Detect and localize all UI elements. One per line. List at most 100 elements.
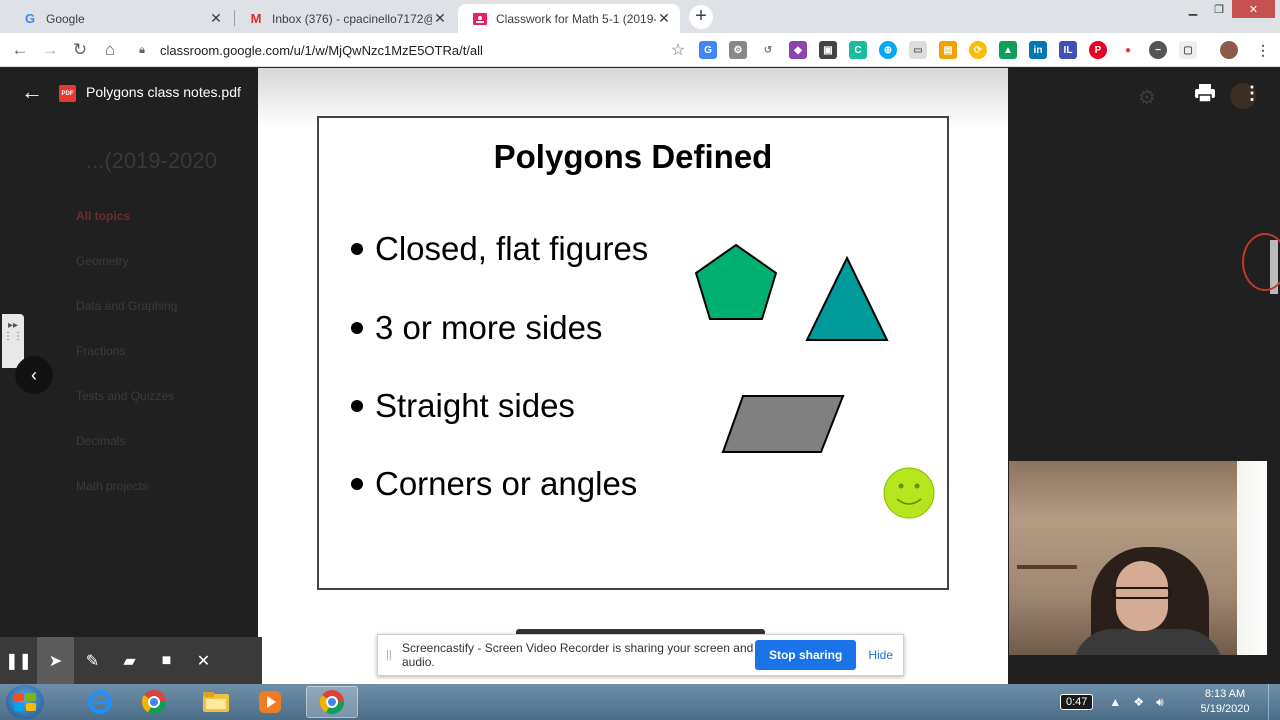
chrome-icon[interactable] bbox=[128, 686, 180, 718]
back-arrow-icon[interactable]: ← bbox=[10, 40, 30, 60]
topic-all[interactable]: All topics bbox=[76, 209, 130, 223]
show-hidden-icons-icon[interactable]: ▲ bbox=[1109, 695, 1121, 709]
close-window-icon[interactable]: ✕ bbox=[1232, 0, 1275, 18]
restore-icon[interactable]: ❐ bbox=[1206, 0, 1232, 18]
close-tab-icon[interactable]: ✕ bbox=[208, 10, 224, 27]
close-tab-icon[interactable]: ✕ bbox=[432, 10, 448, 27]
topic-math-projects[interactable]: Math projects bbox=[76, 479, 148, 493]
browser-toolbar: ← → ↻ ⌂ 🔒︎ classroom.google.com/u/1/w/Mj… bbox=[0, 33, 1280, 67]
pentagon-shape bbox=[695, 244, 777, 320]
new-tab-button[interactable]: + bbox=[689, 5, 713, 29]
bullet-dot bbox=[351, 478, 363, 490]
extension-icon[interactable]: C bbox=[849, 41, 867, 59]
media-player-icon[interactable] bbox=[244, 686, 296, 718]
address-bar[interactable]: 🔒︎ classroom.google.com/u/1/w/MjQwNzc1Mz… bbox=[134, 38, 688, 62]
parallelogram-shape bbox=[721, 395, 845, 453]
reload-icon[interactable]: ↻ bbox=[70, 40, 90, 60]
minimize-icon[interactable]: ▁ bbox=[1180, 0, 1206, 18]
extension-icon[interactable]: ⊕ bbox=[879, 41, 897, 59]
show-desktop-button[interactable] bbox=[1268, 684, 1280, 720]
gmail-icon: M bbox=[250, 11, 262, 26]
close-tab-icon[interactable]: ✕ bbox=[656, 10, 672, 27]
extension-icon[interactable]: ▣ bbox=[819, 41, 837, 59]
eraser-tool-icon[interactable]: ▰ bbox=[111, 637, 148, 684]
internet-explorer-icon[interactable] bbox=[74, 686, 126, 718]
screen-share-notification: || Screencastify - Screen Video Recorder… bbox=[377, 634, 904, 676]
extension-icon[interactable]: ⟳ bbox=[969, 41, 987, 59]
dropbox-icon[interactable]: ❖ bbox=[1133, 695, 1144, 709]
clock-time: 8:13 AM bbox=[1204, 688, 1246, 700]
tab-classroom[interactable]: Classwork for Math 5-1 (2019- 20 ✕ bbox=[458, 4, 680, 33]
bullet-item: 3 or more sides bbox=[351, 309, 602, 347]
classroom-icon bbox=[472, 11, 488, 27]
camera-icon[interactable]: ■ bbox=[148, 637, 185, 684]
extension-icon[interactable]: in bbox=[1029, 41, 1047, 59]
home-icon[interactable]: ⌂ bbox=[100, 40, 120, 60]
cursor-highlight bbox=[1242, 233, 1280, 291]
topic-geometry[interactable]: Geometry bbox=[76, 254, 129, 268]
clock[interactable]: 8:13 AM 5/19/2020 bbox=[1192, 687, 1258, 717]
topic-tests-quizzes[interactable]: Tests and Quizzes bbox=[76, 389, 174, 403]
previous-page-button[interactable]: ‹ bbox=[15, 356, 53, 394]
volume-icon[interactable]: 🔊︎ bbox=[1156, 695, 1164, 710]
bullet-text: 3 or more sides bbox=[375, 309, 603, 346]
file-explorer-icon[interactable] bbox=[190, 686, 242, 718]
forward-arrow-icon[interactable]: → bbox=[40, 40, 60, 60]
cursor-tool-icon[interactable]: ➤ bbox=[37, 637, 74, 684]
share-message: Screencastify - Screen Video Recorder is… bbox=[402, 641, 754, 669]
back-arrow-icon[interactable]: ← bbox=[20, 80, 44, 104]
screencastify-toolbar: ❚❚ ➤ ✎ ▰ ■ ✕ bbox=[0, 637, 262, 684]
close-toolbar-icon[interactable]: ✕ bbox=[185, 637, 222, 684]
webcam-person-shoulders bbox=[1073, 629, 1223, 655]
webcam-overlay bbox=[1009, 461, 1267, 655]
bullet-item: Closed, flat figures bbox=[351, 230, 648, 268]
bookmark-star-icon[interactable]: ☆ bbox=[668, 40, 688, 60]
pause-icon[interactable]: ❚❚ bbox=[0, 637, 37, 684]
chrome-active-icon[interactable] bbox=[306, 686, 358, 718]
profile-avatar[interactable] bbox=[1220, 41, 1238, 59]
extension-icon[interactable]: ↺ bbox=[759, 41, 777, 59]
pdf-viewer-header: ⚙ ← PDF Polygons class notes.pdf ⋮ bbox=[0, 68, 1280, 120]
pen-tool-icon[interactable]: ✎ bbox=[74, 637, 111, 684]
print-icon[interactable] bbox=[1194, 82, 1216, 104]
clock-date: 5/19/2020 bbox=[1200, 703, 1250, 715]
chrome-menu-icon[interactable]: ⋮ bbox=[1254, 41, 1272, 59]
extension-icon[interactable]: ● bbox=[1119, 41, 1137, 59]
extension-icon[interactable]: ⚙ bbox=[729, 41, 747, 59]
extension-icon[interactable]: ▭ bbox=[909, 41, 927, 59]
topic-fractions[interactable]: Fractions bbox=[76, 344, 125, 358]
drag-handle-icon[interactable]: || bbox=[386, 649, 396, 661]
tab-title: Inbox (376) - cpacinello7172@sp bbox=[272, 11, 432, 26]
triangle-shape bbox=[805, 256, 889, 341]
tab-title: Google bbox=[46, 11, 85, 26]
webcam-shelf bbox=[1017, 565, 1077, 569]
extension-icon[interactable]: IL bbox=[1059, 41, 1077, 59]
topic-decimals[interactable]: Decimals bbox=[76, 434, 125, 448]
pinterest-icon[interactable]: P bbox=[1089, 41, 1107, 59]
extension-icon[interactable]: ▤ bbox=[939, 41, 957, 59]
window-controls: ▁ ❐ ✕ bbox=[1180, 0, 1275, 18]
hide-link[interactable]: Hide bbox=[868, 648, 893, 662]
extension-icon[interactable]: G bbox=[699, 41, 717, 59]
class-title: ...(2019-2020 bbox=[86, 148, 217, 173]
browser-tab-bar: G Google ✕ M Inbox (376) - cpacinello717… bbox=[0, 0, 1280, 33]
extension-icon[interactable]: − bbox=[1149, 41, 1167, 59]
google-drive-icon[interactable]: ▲ bbox=[999, 41, 1017, 59]
tab-google[interactable]: G Google ✕ bbox=[8, 4, 232, 33]
webcam-window-light bbox=[1237, 461, 1267, 655]
windows-taskbar: 0:47 ▲ ❖ 🔊︎ 8:13 AM 5/19/2020 bbox=[0, 684, 1280, 720]
bullet-item: Straight sides bbox=[351, 387, 575, 425]
tab-gmail[interactable]: M Inbox (376) - cpacinello7172@sp ✕ bbox=[234, 4, 456, 33]
lock-icon: 🔒︎ bbox=[139, 43, 145, 56]
pdf-file-name: Polygons class notes.pdf bbox=[86, 84, 241, 100]
extension-icon[interactable]: ▢ bbox=[1179, 41, 1197, 59]
smiley-face-icon bbox=[883, 467, 935, 519]
topic-data-graphing[interactable]: Data and Graphing bbox=[76, 299, 177, 313]
extension-icon[interactable]: ◆ bbox=[789, 41, 807, 59]
bullet-text: Straight sides bbox=[375, 387, 575, 424]
more-options-icon[interactable]: ⋮ bbox=[1243, 82, 1261, 104]
google-icon: G bbox=[24, 11, 36, 26]
bullet-text: Closed, flat figures bbox=[375, 230, 649, 267]
recording-timer[interactable]: 0:47 bbox=[1060, 694, 1094, 710]
stop-sharing-button[interactable]: Stop sharing bbox=[754, 640, 857, 670]
